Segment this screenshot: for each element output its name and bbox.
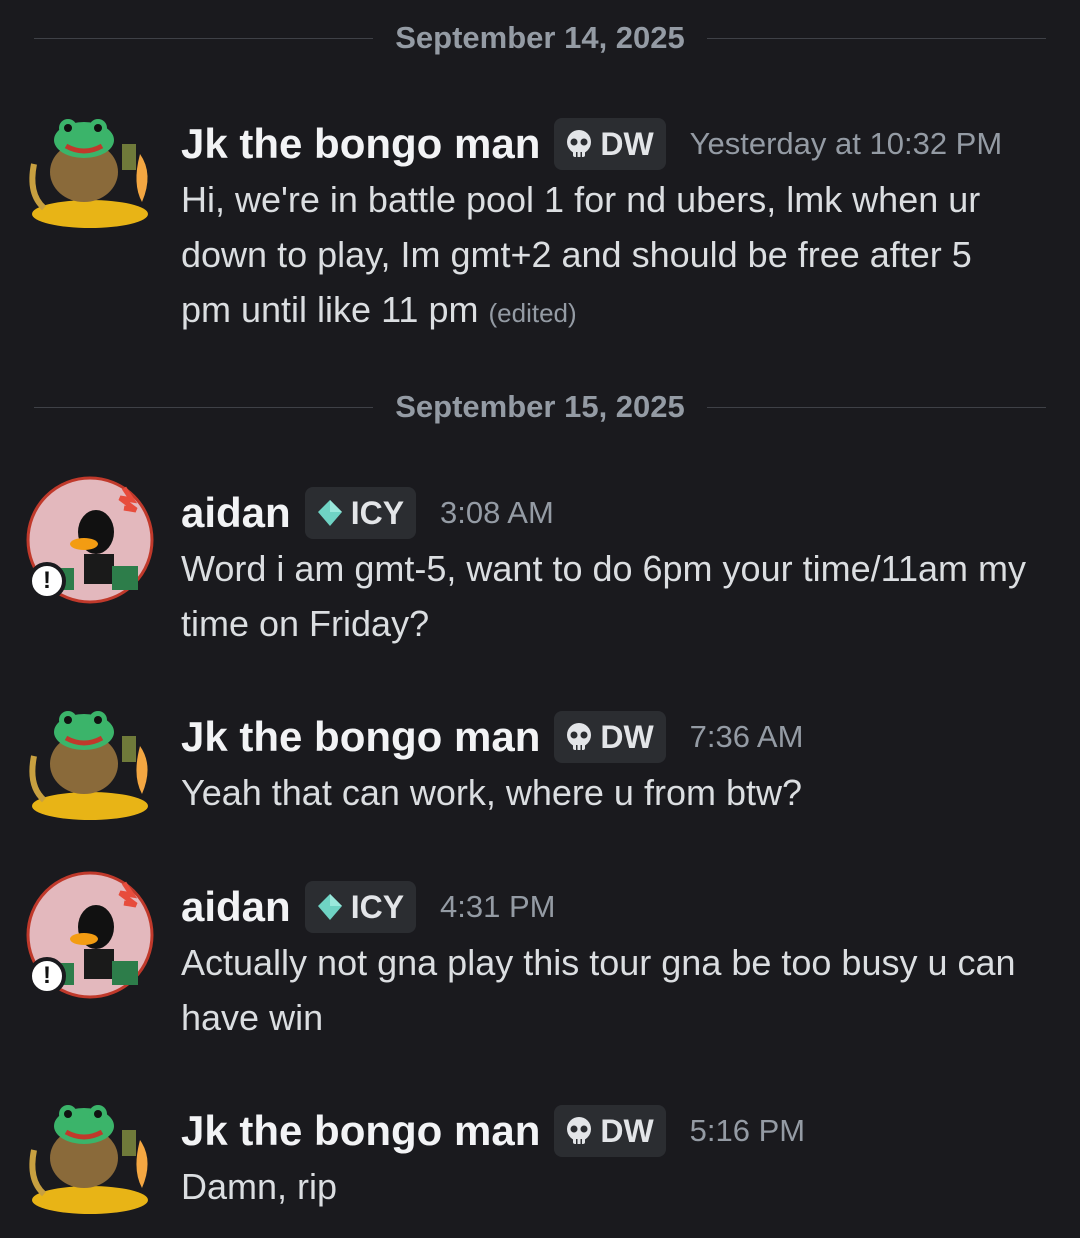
message-content: Actually not gna play this tour gna be t… bbox=[181, 935, 1031, 1045]
divider-line bbox=[706, 406, 1047, 408]
username[interactable]: Jk the bongo man bbox=[181, 1107, 540, 1155]
server-tag[interactable]: ICY bbox=[304, 487, 417, 539]
server-tag-label: ICY bbox=[350, 888, 405, 925]
message-content: Yeah that can work, where u from btw? bbox=[181, 765, 1031, 820]
server-tag[interactable]: DW bbox=[554, 118, 666, 170]
server-tag-label: DW bbox=[600, 1112, 654, 1149]
date-divider-label: September 15, 2025 bbox=[395, 389, 685, 424]
username[interactable]: Jk the bongo man bbox=[181, 713, 540, 761]
skull-icon bbox=[567, 130, 592, 157]
timestamp[interactable]: Yesterday at 10:32 PM bbox=[690, 126, 1003, 162]
timestamp[interactable]: 3:08 AM bbox=[440, 495, 554, 531]
alert-status-icon: ! bbox=[28, 562, 66, 600]
avatar[interactable] bbox=[24, 696, 156, 828]
server-tag-label: DW bbox=[600, 125, 654, 162]
divider-line bbox=[706, 37, 1047, 39]
server-tag[interactable]: DW bbox=[554, 1105, 666, 1157]
timestamp[interactable]: 5:16 PM bbox=[690, 1113, 805, 1149]
frog-avatar-icon bbox=[29, 711, 148, 820]
avatar[interactable]: ! bbox=[24, 869, 156, 1001]
gem-icon bbox=[317, 894, 342, 920]
avatar[interactable] bbox=[24, 104, 156, 236]
date-divider: September 14, 2025 bbox=[34, 18, 1047, 58]
message-content: Hi, we're in battle pool 1 for nd ubers,… bbox=[181, 172, 1031, 341]
skull-icon bbox=[567, 1117, 592, 1144]
message-text: Yeah that can work, where u from btw? bbox=[181, 772, 802, 813]
alert-status-icon: ! bbox=[28, 957, 66, 995]
username[interactable]: aidan bbox=[181, 883, 291, 931]
username[interactable]: Jk the bongo man bbox=[181, 120, 540, 168]
message-text: Hi, we're in battle pool 1 for nd ubers,… bbox=[181, 179, 981, 330]
avatar[interactable] bbox=[24, 1090, 156, 1222]
message-content: Damn, rip bbox=[181, 1159, 1031, 1214]
date-divider-label: September 14, 2025 bbox=[395, 20, 685, 55]
gem-icon bbox=[317, 500, 342, 526]
timestamp[interactable]: 7:36 AM bbox=[690, 719, 804, 755]
avatar[interactable]: ! bbox=[24, 474, 156, 606]
frog-avatar-icon bbox=[29, 119, 148, 228]
date-divider: September 15, 2025 bbox=[34, 387, 1047, 427]
server-tag[interactable]: DW bbox=[554, 711, 666, 763]
message-text: Word i am gmt-5, want to do 6pm your tim… bbox=[181, 548, 1026, 644]
server-tag-label: ICY bbox=[350, 494, 405, 531]
message-text: Actually not gna play this tour gna be t… bbox=[181, 942, 1016, 1038]
divider-line bbox=[34, 406, 374, 408]
frog-avatar-icon bbox=[29, 1105, 148, 1214]
server-tag-label: DW bbox=[600, 718, 654, 755]
skull-icon bbox=[567, 723, 592, 750]
timestamp[interactable]: 4:31 PM bbox=[440, 889, 555, 925]
message-content: Word i am gmt-5, want to do 6pm your tim… bbox=[181, 541, 1031, 651]
divider-line bbox=[34, 37, 374, 39]
message-text: Damn, rip bbox=[181, 1166, 338, 1207]
edited-label: (edited) bbox=[488, 298, 577, 328]
server-tag[interactable]: ICY bbox=[304, 881, 417, 933]
username[interactable]: aidan bbox=[181, 489, 291, 537]
